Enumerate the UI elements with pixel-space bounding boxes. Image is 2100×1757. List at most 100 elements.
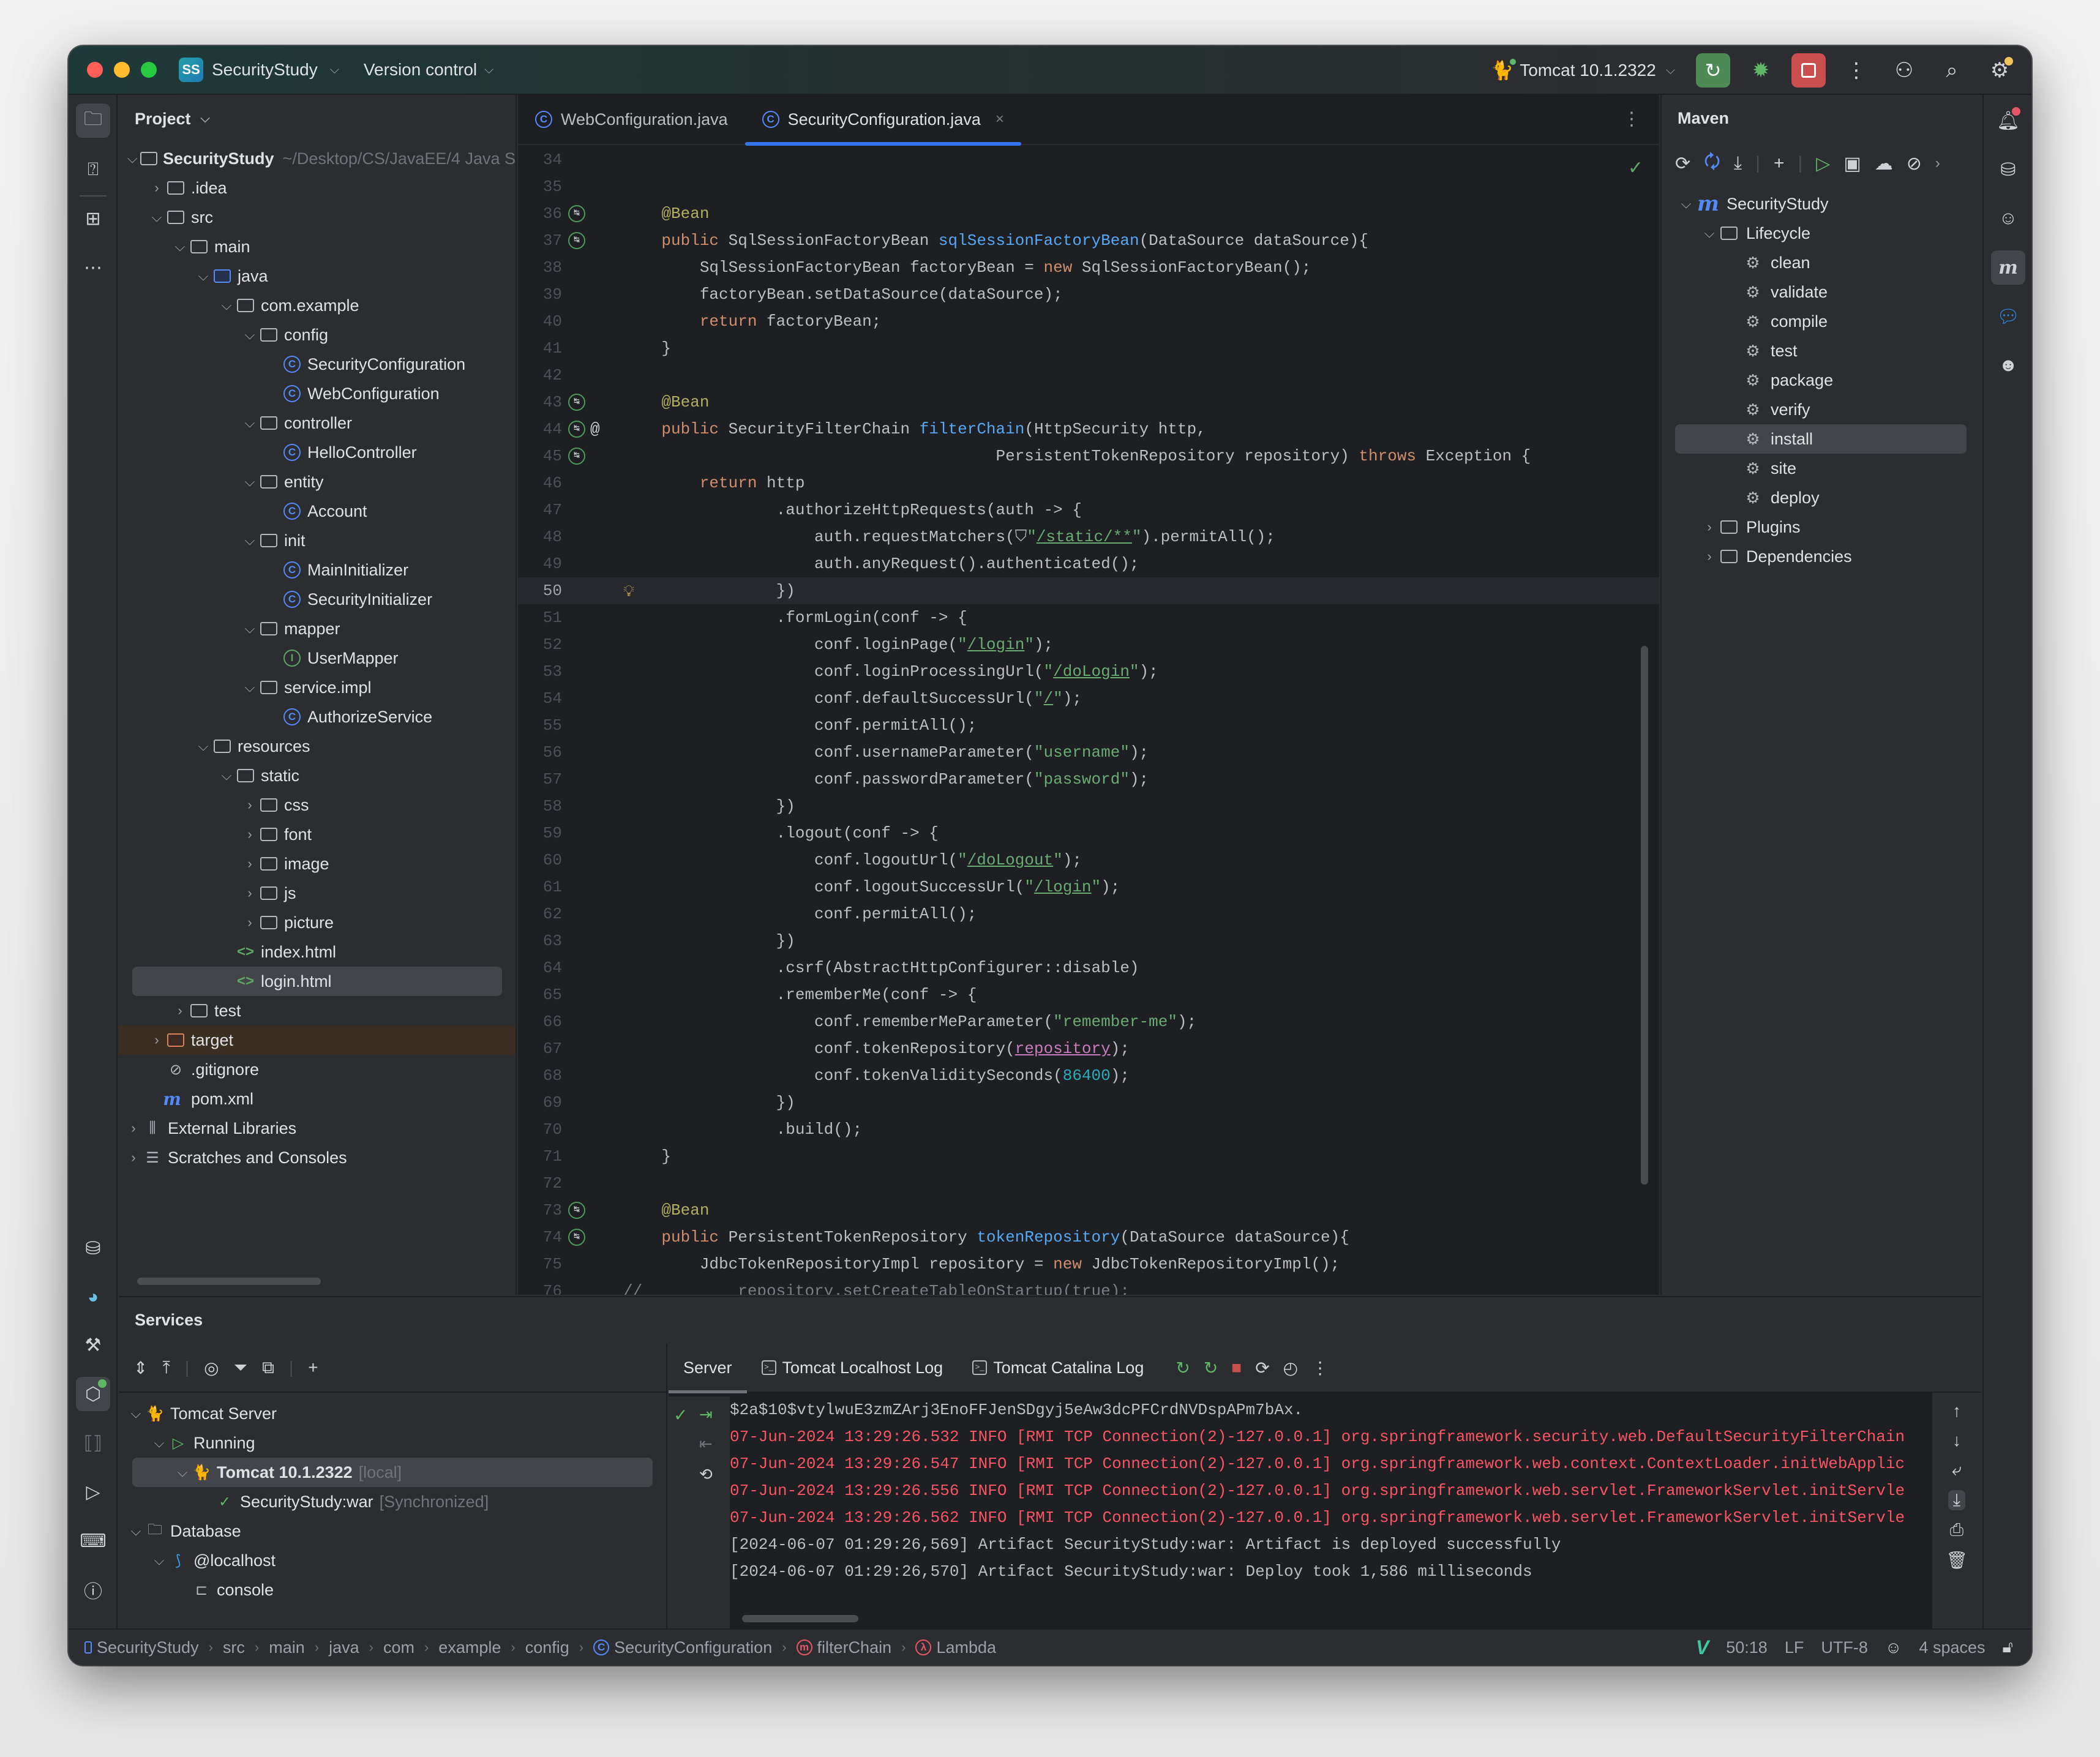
breadcrumb-item[interactable]: C SecurityConfiguration — [593, 1638, 772, 1657]
project-tree-item[interactable]: ⌵ init — [119, 526, 516, 555]
copilot-chat-button[interactable]: ☻ — [1991, 348, 2025, 383]
execute-goal-button[interactable]: ▣ — [1843, 153, 1861, 174]
bean-navigation-icon[interactable]: ↹ — [568, 232, 585, 249]
project-tree-item[interactable]: ⊘ .gitignore — [119, 1055, 516, 1084]
unlock-icon[interactable]: 🔓︎ — [2003, 1638, 2014, 1657]
project-tree-item[interactable]: C SecurityInitializer — [119, 585, 516, 614]
terminal-tool-button[interactable]: ⌨ — [76, 1524, 110, 1558]
bean-navigation-icon[interactable]: ↹ — [568, 1229, 585, 1246]
chevron-right-icon[interactable]: › — [241, 826, 258, 842]
file-encoding[interactable]: UTF-8 — [1821, 1638, 1868, 1657]
maven-goal-item[interactable]: ⚙ validate — [1662, 277, 1981, 307]
autowired-icon[interactable]: @ — [590, 416, 600, 443]
rerun-button[interactable]: ↻ — [1696, 53, 1730, 88]
minimize-window-button[interactable] — [114, 62, 130, 78]
copilot-status-icon[interactable]: ☺ — [1885, 1638, 1902, 1657]
project-tree-item[interactable]: ⌵ com.example — [119, 291, 516, 320]
search-everywhere-button[interactable]: ⌕ — [1935, 53, 1969, 88]
copilot-tool-button[interactable]: ☺ — [1991, 201, 2025, 236]
project-tree-item[interactable]: ⌵ mapper — [119, 614, 516, 643]
breadcrumb-item[interactable]: m filterChain — [796, 1638, 891, 1657]
project-switcher[interactable]: SS SecurityStudy ⌵ — [179, 58, 339, 82]
scroll-to-end-button[interactable]: ⤓ — [1948, 1490, 1966, 1510]
scroll-down-button[interactable]: ↓ — [1952, 1431, 1961, 1450]
project-tree-item[interactable]: ⌵ src — [119, 203, 516, 232]
project-tree-item[interactable]: › image — [119, 849, 516, 878]
print-button[interactable]: ⎙ — [1950, 1520, 1963, 1540]
breadcrumb-item[interactable]: main — [269, 1638, 305, 1657]
chevron-down-icon[interactable]: ⌵ — [1675, 196, 1697, 212]
log-horizontal-scrollbar[interactable] — [742, 1615, 858, 1622]
project-tree-item[interactable]: C Account — [119, 496, 516, 526]
bean-navigation-icon[interactable]: ↹ — [568, 1202, 585, 1219]
project-tree-item[interactable]: › ⫼ External Libraries — [119, 1114, 516, 1143]
code-view[interactable]: 34 35 36 ↹ @Bean 37 ↹ public SqlSessionFactor… — [518, 146, 1659, 1295]
database-changes-tool-button[interactable]: ⛁ — [76, 1231, 110, 1265]
project-tree-item[interactable]: m pom.xml — [119, 1084, 516, 1114]
project-tool-button[interactable]: 🗀 — [76, 103, 110, 138]
maven-goal-item[interactable]: ⚙ package — [1662, 365, 1981, 395]
chevron-down-icon[interactable]: ⌵ — [1698, 225, 1720, 241]
service-tree-item[interactable]: ⊏ console — [119, 1575, 666, 1605]
chevron-down-icon[interactable]: ⌵ — [151, 1435, 168, 1451]
chevron-right-icon[interactable]: › — [241, 915, 258, 931]
more-actions-button[interactable]: ⋮ — [1839, 53, 1873, 88]
breadcrumb-item[interactable]: com — [383, 1638, 414, 1657]
project-tree-item[interactable]: <> index.html — [119, 937, 516, 967]
project-tree-item[interactable]: ⌵ main — [119, 232, 516, 261]
bean-navigation-icon[interactable]: ↹ — [568, 205, 585, 222]
breadcrumb-item[interactable]: SecurityStudy — [84, 1638, 199, 1657]
chevron-right-icon[interactable]: › — [241, 885, 258, 901]
project-tree-item[interactable]: C SecurityConfiguration — [119, 350, 516, 379]
project-tree-item[interactable]: › target — [119, 1025, 516, 1055]
chevron-right-icon[interactable]: › — [1698, 519, 1720, 535]
maven-project-node[interactable]: ⌵ m SecurityStudy — [1662, 189, 1981, 219]
add-service-button[interactable]: + — [308, 1358, 318, 1377]
maven-goal-item[interactable]: ⚙ site — [1662, 454, 1981, 483]
add-maven-project-button[interactable]: + — [1774, 153, 1785, 174]
breadcrumb-item[interactable]: example — [438, 1638, 501, 1657]
service-tree-item[interactable]: ✓ SecurityStudy:war [Synchronized] — [119, 1487, 666, 1516]
breadcrumb-item[interactable]: src — [223, 1638, 245, 1657]
maven-dependencies-node[interactable]: › Dependencies — [1662, 542, 1981, 571]
project-tree-item[interactable]: C MainInitializer — [119, 555, 516, 585]
project-tree-item[interactable]: › css — [119, 790, 516, 820]
chevron-down-icon[interactable]: ⌵ — [148, 209, 165, 225]
project-tree-item[interactable]: ⌵ entity — [119, 467, 516, 496]
service-tree-item[interactable]: ⌵ 🗀 Database — [119, 1516, 666, 1546]
tab-actions-button[interactable]: ⋮ — [1622, 108, 1641, 130]
service-tree-item[interactable]: ⌵ 🐈 Tomcat 10.1.2322 [local] — [132, 1458, 653, 1487]
project-tree-item[interactable]: › ☰ Scratches and Consoles — [119, 1143, 516, 1172]
project-tree-item[interactable]: › js — [119, 878, 516, 908]
maven-goal-item[interactable]: ⚙ compile — [1662, 307, 1981, 336]
service-tree-item[interactable]: ⌵ ⟆ @localhost — [119, 1546, 666, 1575]
server-tab[interactable]: Server — [669, 1343, 747, 1393]
run-tool-button[interactable]: ▷ — [76, 1475, 110, 1509]
breadcrumb-item[interactable]: λ Lambda — [915, 1638, 996, 1657]
chevron-down-icon[interactable]: ⌵ — [241, 474, 258, 490]
chevron-down-icon[interactable]: ⌵ — [241, 680, 258, 695]
stop-button[interactable] — [1791, 53, 1826, 88]
chevron-right-icon[interactable]: › — [148, 180, 165, 196]
project-tree-item[interactable]: <> login.html — [132, 967, 502, 996]
chevron-right-icon[interactable]: › — [125, 1150, 142, 1166]
maven-goal-item[interactable]: ⚙ test — [1662, 336, 1981, 365]
go-plugin-tool-button[interactable]: ◕ — [76, 1280, 110, 1314]
indent-setting[interactable]: 4 spaces — [1919, 1638, 1985, 1657]
filter-button[interactable]: ⏷ — [234, 1358, 247, 1378]
scroll-up-button[interactable]: ↑ — [1952, 1401, 1961, 1421]
project-tree-item[interactable]: › test — [119, 996, 516, 1025]
version-control-menu[interactable]: Version control ⌵ — [364, 60, 493, 80]
rerun-debug-button[interactable]: ↻ — [1204, 1358, 1218, 1378]
zoom-window-button[interactable] — [141, 62, 157, 78]
project-tree-item[interactable]: ⌵ controller — [119, 408, 516, 438]
run-maven-build-button[interactable]: ▷ — [1816, 153, 1830, 174]
close-window-button[interactable] — [87, 62, 103, 78]
problems-tool-button[interactable]: ⓘ — [76, 1573, 110, 1607]
chevron-down-icon[interactable]: ⌵ — [174, 1464, 191, 1480]
copilot-chat-tool-button[interactable]: ⍰ — [76, 152, 110, 187]
close-tab-icon[interactable]: × — [996, 111, 1004, 128]
chevron-down-icon[interactable]: ⌵ — [125, 151, 140, 167]
project-panel-header[interactable]: Project ⌵ — [119, 95, 516, 143]
project-tree-item[interactable]: › .idea — [119, 173, 516, 203]
